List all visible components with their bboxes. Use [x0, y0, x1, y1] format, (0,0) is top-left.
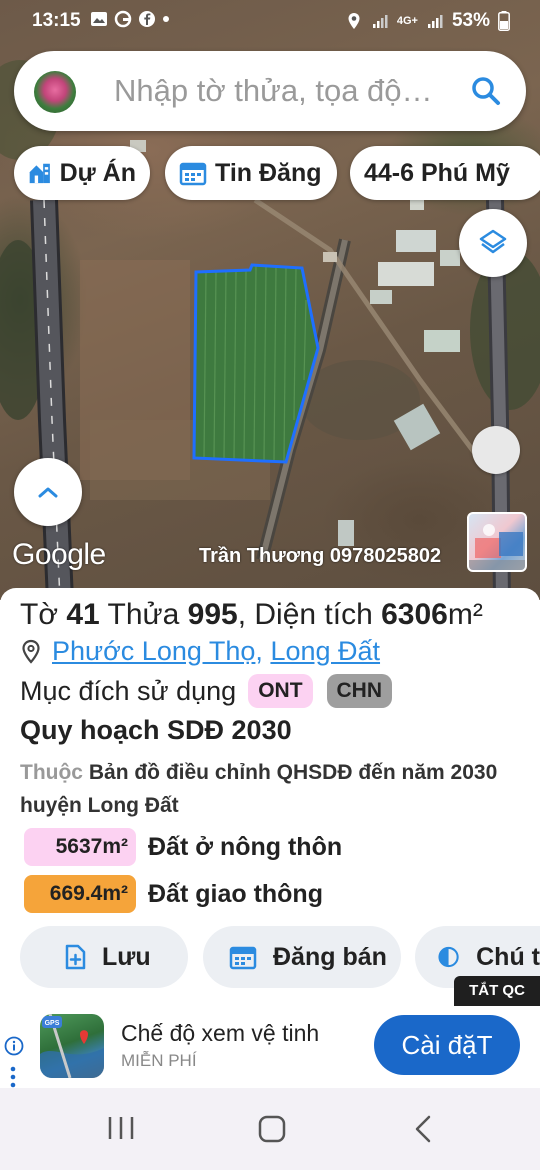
lot-number: 995 — [187, 598, 238, 631]
app-icon[interactable]: GPS — [40, 1014, 104, 1078]
purpose-tag-ont[interactable]: ONT — [248, 674, 313, 708]
location-pin-icon — [22, 639, 40, 664]
layers-icon — [479, 229, 507, 254]
map-control-dot[interactable] — [472, 426, 520, 474]
location-icon — [348, 13, 360, 29]
map-app-icon: GPS — [40, 1014, 104, 1078]
lot-label: Thửa — [107, 598, 180, 631]
chip-label: Tin Đăng — [215, 158, 322, 187]
battery-percent: 53% — [451, 10, 490, 31]
google-g-icon — [114, 10, 132, 28]
layers-button[interactable] — [459, 209, 527, 277]
facebook-icon — [139, 11, 155, 27]
info-icon[interactable] — [4, 1036, 24, 1056]
photo-thumbnail-icon — [469, 524, 525, 570]
battery-icon — [498, 11, 510, 31]
network-type: 4G+ — [396, 15, 418, 27]
action-label: Đăng bán — [273, 942, 387, 971]
home-icon[interactable] — [257, 1114, 287, 1144]
area-unit: m² — [447, 598, 483, 631]
ad-banner[interactable]: GPS Chế độ xem vệ tinh MIỄN PHÍ Cài đặT — [0, 1006, 540, 1088]
ad-title: Chế độ xem vệ tinh — [121, 1020, 320, 1046]
chip-tin-dang[interactable]: Tin Đăng — [165, 146, 337, 200]
zoning-area-label: Đất ở nông thôn — [148, 832, 343, 861]
parcel-summary: Tờ 41 Thửa 995, Diện tích 6306m² — [20, 598, 483, 631]
notification-icons — [90, 10, 170, 28]
calendar-icon — [179, 162, 207, 186]
action-label: Chú t — [476, 942, 540, 971]
contrast-icon — [438, 946, 459, 968]
back-icon[interactable] — [412, 1114, 434, 1144]
sheet-label: Tờ — [20, 598, 58, 631]
sheet-number: 41 — [66, 598, 100, 631]
system-icons: 4G+ 53% — [345, 10, 510, 32]
post-for-sale-button[interactable]: Đăng bán — [203, 926, 401, 988]
google-logo: Google — [12, 538, 106, 571]
search-bar[interactable] — [14, 51, 526, 131]
chip-location-tag[interactable]: 44-6 Phú Mỹ — [350, 146, 540, 200]
zoning-area-label: Đất giao thông — [148, 879, 323, 908]
plan-desc-text: Bản đồ điều chỉnh QHSDĐ đến năm 2030 huy… — [20, 761, 498, 817]
search-input[interactable] — [114, 69, 464, 113]
area-value: 6306 — [381, 598, 448, 631]
chip-label: Dự Án — [59, 158, 136, 187]
area-label: Diện tích — [254, 598, 373, 631]
add-file-icon — [65, 944, 86, 970]
recent-apps-icon[interactable] — [106, 1114, 136, 1142]
map-watermark: Trần Thương 0978025802 — [199, 545, 442, 567]
parcel-info-sheet: Tờ 41 Thửa 995, Diện tích 6306m² Phước L… — [0, 588, 540, 1010]
city-icon — [29, 163, 50, 184]
chip-label: 44-6 Phú Mỹ — [364, 158, 510, 187]
expand-up-button[interactable] — [14, 458, 82, 526]
land-purpose: Mục đích sử dụng ONT CHN — [20, 674, 393, 708]
more-vertical-icon[interactable] — [10, 1066, 16, 1088]
action-label: Lưu — [102, 942, 151, 971]
purpose-label: Mục đích sử dụng — [20, 675, 237, 706]
more-notifications-icon — [163, 16, 169, 22]
parcel-location: Phước Long Thọ, Long Đất — [20, 636, 380, 667]
app-badge: GPS — [45, 1020, 60, 1027]
search-icon[interactable] — [470, 75, 502, 107]
signal-2-icon — [427, 15, 443, 28]
zoning-area-value: 5637m² — [24, 828, 136, 866]
ward-link[interactable]: Phước Long Thọ — [52, 636, 255, 667]
signal-icon — [372, 15, 388, 28]
plan-desc-prefix: Thuộc — [20, 761, 83, 784]
save-button[interactable]: Lưu — [20, 926, 188, 988]
chip-du-an[interactable]: Dự Án — [14, 146, 150, 200]
gallery-icon — [91, 12, 107, 26]
street-view-thumbnail[interactable] — [467, 512, 527, 572]
avatar[interactable] — [34, 71, 76, 113]
close-ad-button[interactable]: TẮT QC — [454, 976, 540, 1006]
system-navigation-bar — [0, 1088, 540, 1170]
district-link[interactable]: Long Đất — [270, 636, 380, 667]
zoning-area-value: 669.4m² — [24, 875, 136, 913]
plan-title: Quy hoạch SDĐ 2030 — [20, 715, 292, 745]
zoning-area-row: 669.4m² Đất giao thông — [24, 875, 323, 913]
chevron-up-icon — [38, 487, 58, 498]
purpose-tag-chn[interactable]: CHN — [326, 674, 393, 708]
plan-description: Thuộc Bản đồ điều chỉnh QHSDĐ đến năm 20… — [20, 756, 500, 822]
calendar-icon — [229, 946, 257, 970]
install-button[interactable]: Cài đặT — [374, 1015, 520, 1075]
satellite-map[interactable]: 13:15 4G+ 53% Dự Án Tin Đăng — [0, 0, 540, 600]
ad-subtitle: MIỄN PHÍ — [121, 1051, 197, 1070]
zoning-area-row: 5637m² Đất ở nông thôn — [24, 828, 342, 866]
status-time: 13:15 — [32, 10, 81, 31]
status-bar: 13:15 4G+ 53% — [0, 0, 540, 42]
